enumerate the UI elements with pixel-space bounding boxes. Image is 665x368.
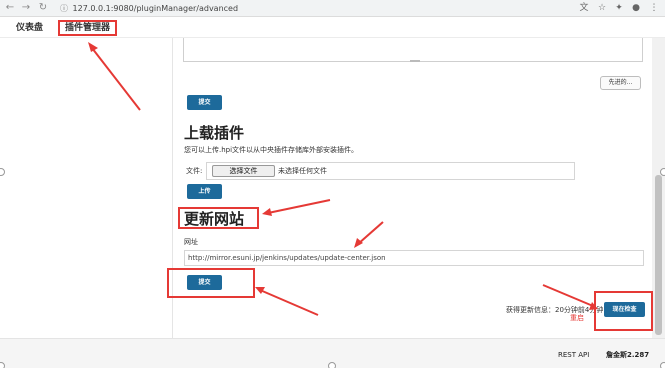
bottom-center-resize-handle[interactable] (328, 362, 336, 368)
browser-toolbar: ← → ↻ ⓘ 127.0.0.1:9080/pluginManager/adv… (0, 0, 665, 17)
url-label: 网址 (184, 238, 198, 246)
scrollbar-thumb[interactable] (655, 175, 662, 335)
check-now-button[interactable]: 现在检查 (604, 302, 645, 317)
arrow-right-icon[interactable]: → (20, 2, 32, 14)
address-bar[interactable]: ⓘ 127.0.0.1:9080/pluginManager/advanced (60, 2, 530, 15)
settings-textarea[interactable] (183, 38, 643, 62)
advanced-button[interactable]: 先进的... (600, 76, 641, 90)
info-icon[interactable]: ⓘ (60, 2, 70, 15)
extensions-icon[interactable]: ✦ (613, 2, 625, 14)
settings-submit-button[interactable]: 提交 (187, 95, 222, 110)
restart-note: 重启 (570, 314, 584, 322)
side-panel (0, 38, 172, 338)
resize-handle-icon[interactable] (410, 60, 420, 62)
rest-api-link[interactable]: REST API (558, 350, 589, 360)
update-site-title: 更新网站 (184, 210, 245, 228)
arrow-left-icon[interactable]: ← (4, 2, 16, 14)
right-resize-handle[interactable] (660, 168, 665, 176)
jenkins-version[interactable]: 詹金斯2.287 (606, 350, 649, 360)
more-menu-icon[interactable]: ⋮ (648, 2, 660, 14)
profile-icon[interactable]: ● (630, 2, 642, 14)
update-site-url-input[interactable]: http://mirror.esuni.jp/jenkins/updates/u… (184, 250, 644, 266)
address-text: 127.0.0.1:9080/pluginManager/advanced (72, 4, 239, 13)
reload-icon[interactable]: ↻ (37, 2, 49, 14)
bookmark-star-icon[interactable]: ☆ (596, 2, 608, 14)
upload-button[interactable]: 上传 (187, 184, 222, 199)
translate-icon[interactable]: 文 (578, 2, 590, 14)
bottom-left-resize-handle[interactable] (0, 362, 5, 368)
breadcrumb: 仪表盘 插件管理器 (0, 18, 665, 38)
breadcrumb-plugin-manager[interactable]: 插件管理器 (58, 20, 118, 36)
breadcrumb-dashboard[interactable]: 仪表盘 (16, 21, 43, 35)
update-site-submit-button[interactable]: 提交 (187, 275, 222, 290)
choose-file-button[interactable]: 选择文件 (212, 165, 275, 177)
no-file-text: 未选择任何文件 (278, 167, 327, 175)
bottom-right-resize-handle[interactable] (660, 362, 665, 368)
upload-help-text: 您可以上传.hpi文件以从中央插件存储库外部安装插件。 (184, 146, 359, 154)
upload-plugin-title: 上载插件 (184, 124, 245, 142)
file-label: 文件: (186, 167, 203, 175)
update-info-text: 获得更新信息：20分钟前4分钟 (506, 306, 604, 314)
